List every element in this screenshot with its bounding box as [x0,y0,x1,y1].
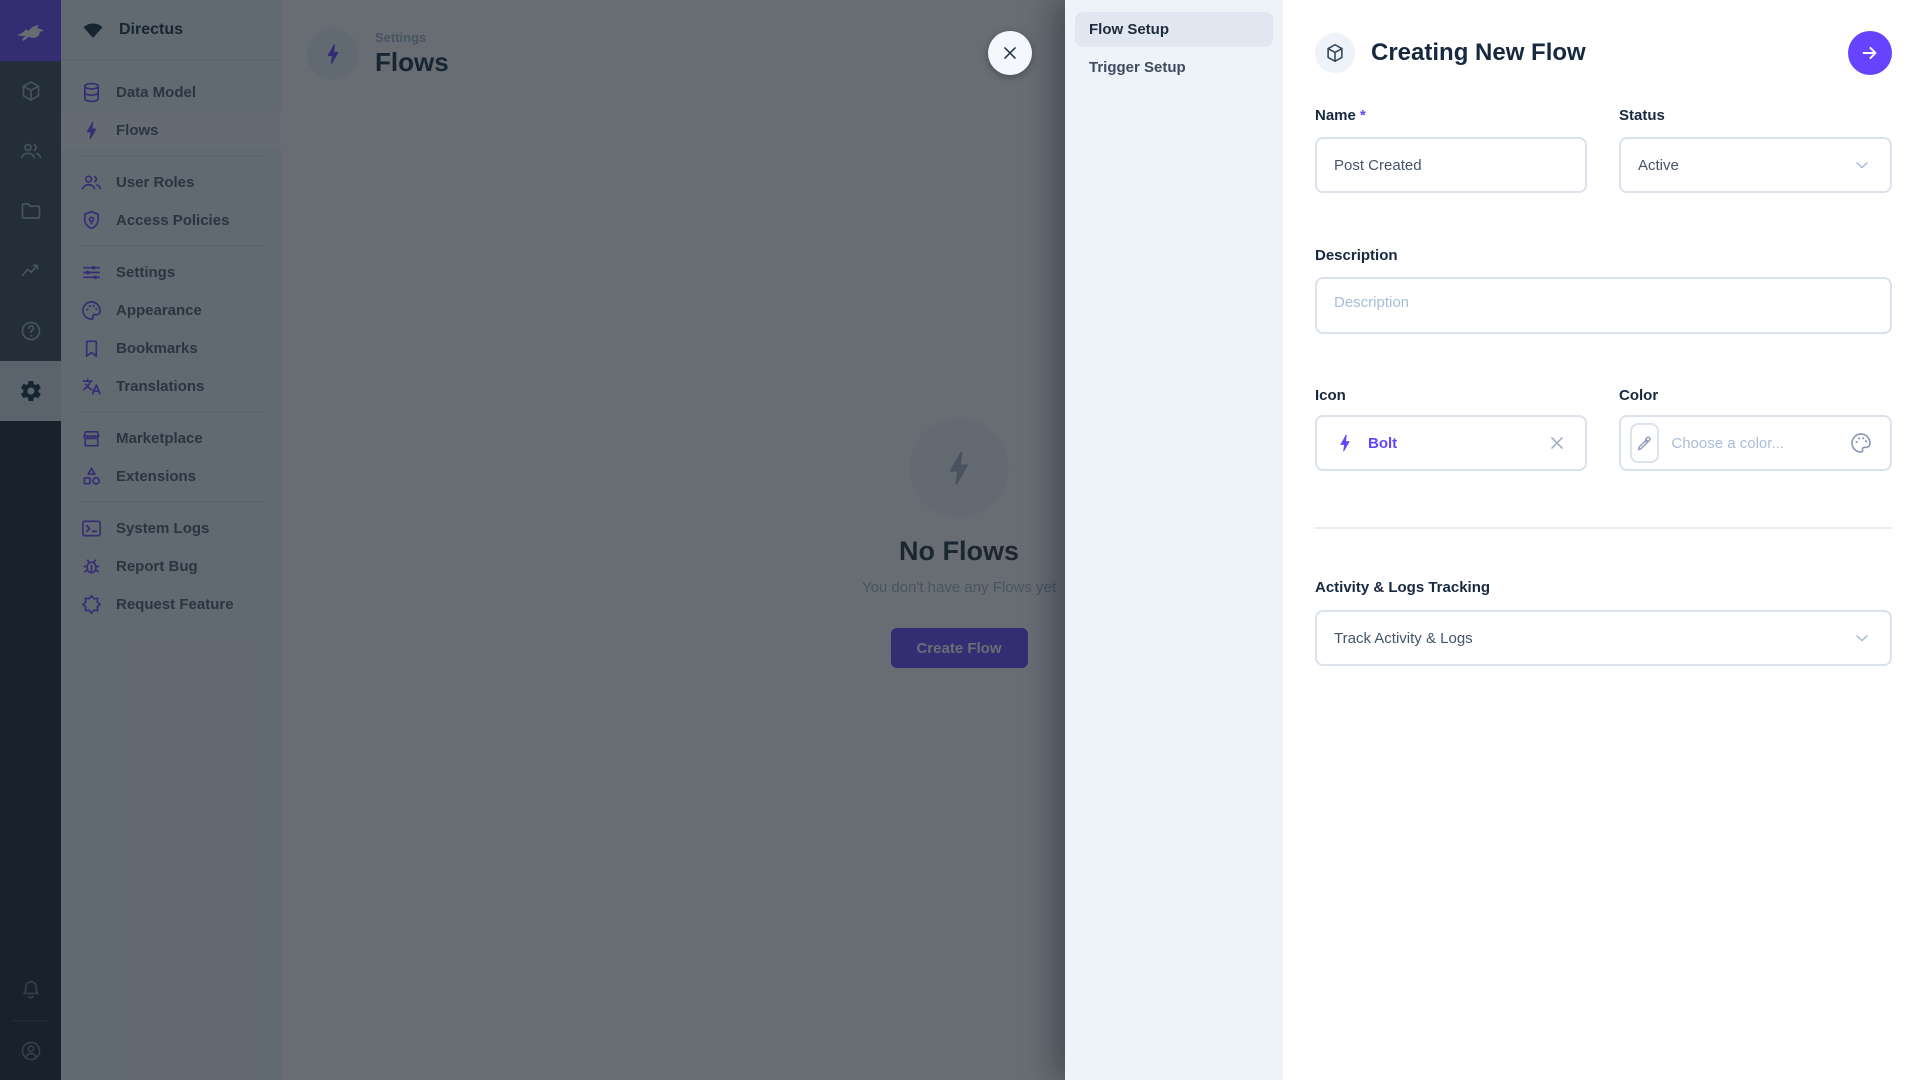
tracking-label: Activity & Logs Tracking [1315,579,1490,596]
eyedropper-icon [1635,433,1655,453]
color-field[interactable] [1619,415,1892,471]
tracking-select[interactable]: Track Activity & Logs [1315,610,1892,666]
palette-icon[interactable] [1849,431,1873,455]
tracking-value: Track Activity & Logs [1334,630,1839,647]
status-select[interactable]: Active [1619,137,1892,193]
color-input[interactable] [1671,435,1837,452]
drawer-form: Creating New Flow Name * Status Active D… [1283,0,1920,1080]
drawer-close-button[interactable] [988,31,1032,75]
icon-label: Icon [1315,387,1346,404]
name-input[interactable] [1334,157,1568,174]
chevron-down-icon [1851,154,1873,176]
drawer-header: Creating New Flow [1315,31,1892,75]
arrow-right-icon [1859,42,1881,64]
drawer-next-button[interactable] [1848,31,1892,75]
name-field-wrap [1315,137,1587,193]
tab-flow-setup[interactable]: Flow Setup [1075,12,1273,47]
tab-trigger-setup[interactable]: Trigger Setup [1075,50,1273,85]
directus-app: Directus Data Model Flows User Roles Acc… [0,0,1920,1080]
drawer-title-icon-circle [1315,33,1355,73]
description-label: Description [1315,247,1398,264]
create-flow-drawer: Flow Setup Trigger Setup Creating New Fl… [1065,0,1920,1080]
drawer-overlay[interactable] [0,0,1065,1080]
icon-value: Bolt [1368,435,1534,452]
color-swatch-button[interactable] [1630,423,1659,463]
clear-icon-button[interactable] [1546,432,1568,454]
status-label: Status [1619,107,1665,124]
required-mark: * [1360,107,1366,124]
box-icon [1324,42,1346,64]
bolt-icon [1334,432,1356,454]
color-label: Color [1619,387,1658,404]
icon-select[interactable]: Bolt [1315,415,1587,471]
section-divider [1315,527,1892,529]
description-textarea[interactable] [1315,277,1892,334]
name-label: Name * [1315,107,1366,124]
drawer-tab-panel: Flow Setup Trigger Setup [1065,0,1283,1080]
drawer-title: Creating New Flow [1371,39,1586,67]
status-value: Active [1638,157,1839,174]
close-icon [999,42,1021,64]
chevron-down-icon [1851,627,1873,649]
